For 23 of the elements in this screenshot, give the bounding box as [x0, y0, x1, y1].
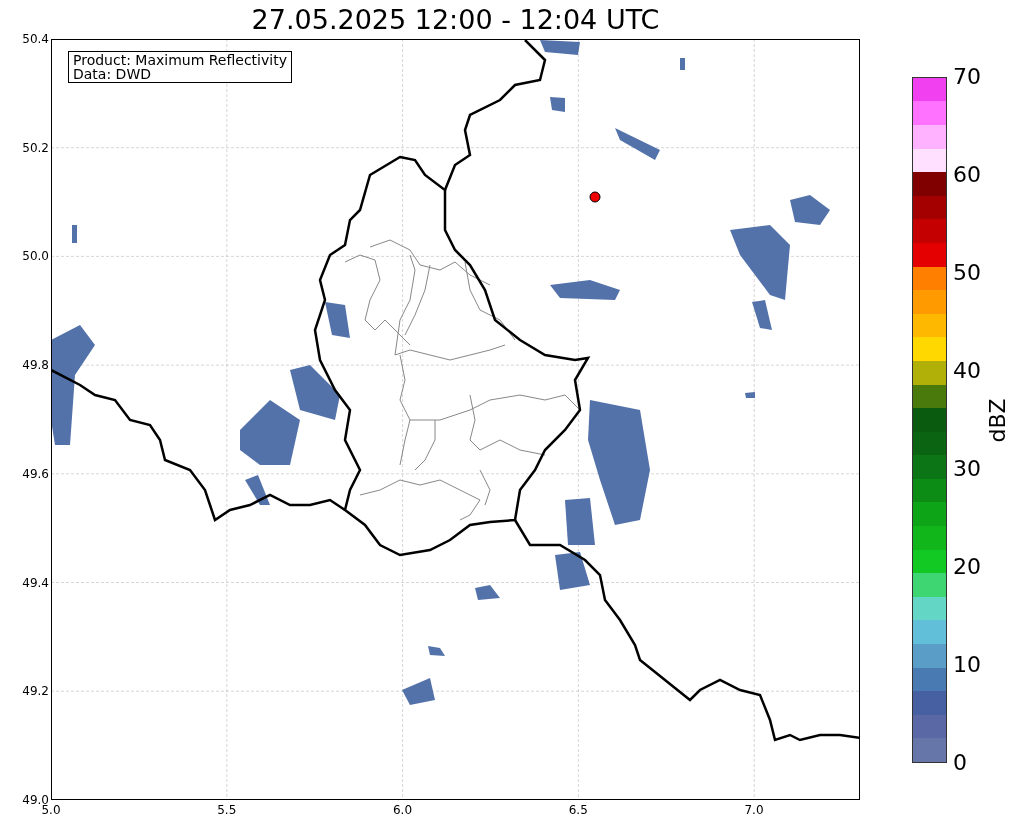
y-axis-tick-label: 49.4	[22, 575, 49, 590]
y-axis-tick-label: 50.0	[22, 249, 49, 264]
x-axis-tick-label: 7.0	[743, 803, 765, 817]
colorbar-tick-label: 20	[953, 555, 981, 579]
colorbar-label: dBZ	[984, 397, 1010, 443]
colorbar-tick-label: 50	[953, 261, 981, 285]
y-axis-tick-label: 49.6	[22, 466, 49, 481]
x-axis-tick-label: 6.0	[391, 803, 414, 817]
radar-site-marker	[589, 191, 601, 203]
chart-title: 27.05.2025 12:00 - 12:04 UTC	[250, 3, 661, 37]
colorbar-tick-label: 30	[953, 457, 981, 481]
y-axis-tick-label: 49.2	[22, 684, 49, 699]
colorbar-tick-label: 10	[953, 653, 981, 677]
y-axis-tick-label: 50.2	[22, 140, 49, 155]
colorbar-tick-label: 0	[953, 751, 968, 775]
info-box: Product: Maximum Reflectivity Data: DWD	[68, 51, 292, 83]
x-axis-tick-label: 5.5	[216, 803, 238, 817]
x-axis-tick-label: 6.5	[567, 803, 589, 817]
colorbar-tick-label: 70	[953, 65, 981, 89]
colorbar-tick-label: 40	[953, 359, 981, 383]
y-axis-tick-label: 50.4	[22, 32, 49, 46]
y-axis-tick-label: 49.8	[22, 358, 49, 373]
colorbar-tick-label: 60	[953, 163, 981, 187]
